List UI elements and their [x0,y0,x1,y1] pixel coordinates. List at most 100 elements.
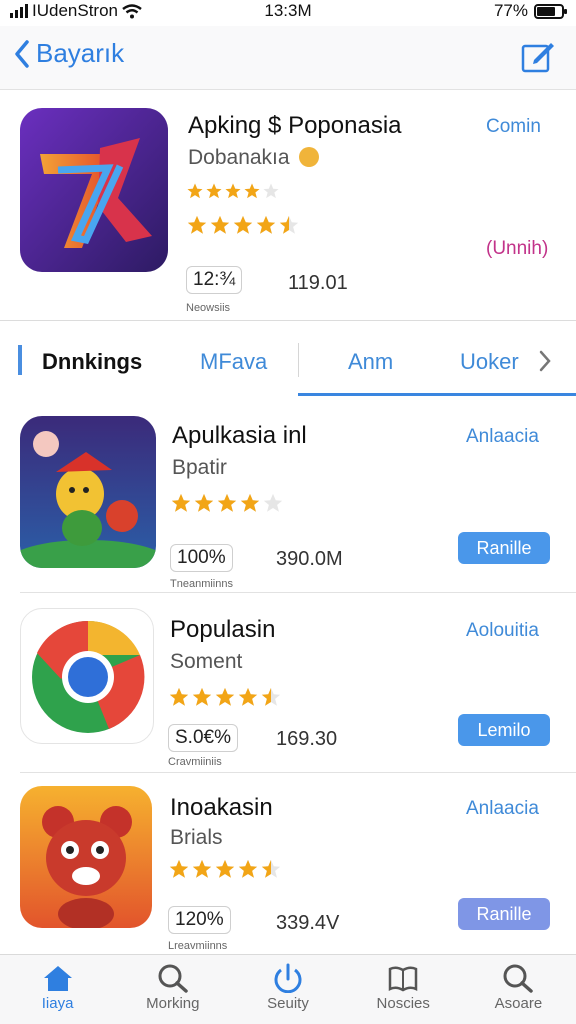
tabbar-item-search-2[interactable]: Asoare [461,955,576,1024]
list-item[interactable]: Populasin Soment Aolouitia S.0€% Cravmii… [0,594,576,773]
app-meta-box: S.0€% [168,724,238,752]
back-button[interactable]: Bayarık [14,38,124,69]
chevron-right-icon[interactable] [538,349,552,373]
star-icon [191,686,213,713]
star-icon [224,182,242,205]
star-icon [255,214,277,241]
star-icon [237,686,259,713]
app-meta-box: 120% [168,906,231,934]
search-icon [158,964,188,993]
tab-divider [298,343,299,377]
tabbar-label: Asoare [494,995,543,1012]
app-rating [170,492,284,519]
status-time: 13:3M [264,1,312,20]
app-meta-caption: Lreavmiinns [168,940,228,952]
star-icon [205,182,223,205]
search-icon [503,964,534,993]
star-icon [191,858,213,885]
featured-meta-box: 12:¾ [186,266,243,294]
app-meta-value: 339.4V [276,912,340,934]
star-icon [168,858,190,885]
featured-app-icon [20,108,168,272]
featured-app[interactable]: Apking $ Poponasia Dobanakıa Comin (Unni… [0,92,576,318]
star-half-icon [260,858,282,885]
app-icon-cartoon [20,416,156,568]
featured-subtitle-text: Dobanakıa [188,146,290,169]
app-meta-caption: Cravmiiniis [168,756,222,768]
app-rating [168,686,282,713]
chevron-left-icon [15,39,29,68]
star-icon [216,492,238,519]
compose-icon[interactable] [520,38,556,74]
star-icon [214,686,236,713]
featured-meta-value: 119.01 [288,272,348,294]
row-divider [20,772,576,773]
star-icon [239,492,261,519]
star-half-icon [260,686,282,713]
app-meta-value: 169.30 [276,728,338,750]
tabbar-item-search[interactable]: Morking [115,955,230,1024]
app-title: Apulkasia inl [172,422,307,449]
get-button[interactable]: Ranille [458,532,550,564]
status-bar: IUdenStron 13:3M 77% [0,0,576,24]
star-icon [186,182,204,205]
tabbar-item-updates[interactable]: Seuity [230,955,345,1024]
app-category: Aolouitia [466,620,539,641]
tab-anm[interactable]: Anm [348,349,393,375]
tab-active-underline [298,393,576,396]
star-empty-icon [262,492,284,519]
star-icon [243,182,261,205]
featured-price[interactable]: (Unnih) [486,238,548,260]
featured-rating [186,214,300,241]
app-category: Anlaacia [466,426,539,447]
featured-subtitle: Dobanakıa [188,146,320,170]
app-rating [168,858,282,885]
row-divider [20,592,576,593]
app-subtitle: Bpatir [172,456,227,479]
tabbar-label: Iiaya [41,995,74,1012]
star-icon [237,858,259,885]
star-icon [193,492,215,519]
app-meta-box: 100% [170,544,233,572]
featured-rating-top [186,182,280,205]
get-button[interactable]: Ranille [458,898,550,930]
list-item[interactable]: Inoakasin Brials Anlaacia 120% Lreavmiin… [0,774,576,954]
tab-indicator [18,345,22,375]
star-icon [170,492,192,519]
app-subtitle: Soment [170,650,243,673]
app-meta-value: 390.0M [276,548,343,570]
tabbar-label: Seuity [267,995,309,1012]
tabbar-label: Morking [146,995,200,1012]
get-button[interactable]: Lemilo [458,714,550,746]
segment-tabs: Dnnkings MFava Anm Uoker [0,320,576,398]
tabbar-item-home[interactable]: Iiaya [0,955,115,1024]
featured-category: Comin [486,116,541,137]
app-category: Anlaacia [466,798,539,819]
refresh-icon [274,963,302,993]
battery-icon [534,3,567,19]
tabbar-label: Noscies [376,995,430,1012]
medal-icon [299,147,320,167]
tab-rankings[interactable]: Dnnkings [42,349,142,375]
featured-title: Apking $ Poponasia [188,112,402,139]
star-icon [232,214,254,241]
app-icon-bear [20,786,152,928]
back-label: Bayarık [36,38,125,68]
home-icon [43,966,72,991]
navigation-bar: Bayarık [0,26,576,90]
status-right: 77% [493,1,567,21]
tab-favorites[interactable]: MFava [200,349,267,375]
star-icon [186,214,208,241]
tabbar-item-library[interactable]: Noscies [346,955,461,1024]
list-item[interactable]: Apulkasia inl Bpatir Anlaacia 100% Tnean… [0,400,576,593]
star-empty-icon [262,182,280,205]
featured-meta-caption: Neowsiis [186,302,231,314]
app-meta-caption: Tneanmiinns [170,578,233,590]
book-icon [388,966,418,992]
app-title: Inoakasin [170,794,273,821]
star-icon [214,858,236,885]
star-icon [168,686,190,713]
app-subtitle: Brials [170,826,223,849]
tab-uoker[interactable]: Uoker [460,349,519,375]
battery-percent: 77% [493,1,528,20]
